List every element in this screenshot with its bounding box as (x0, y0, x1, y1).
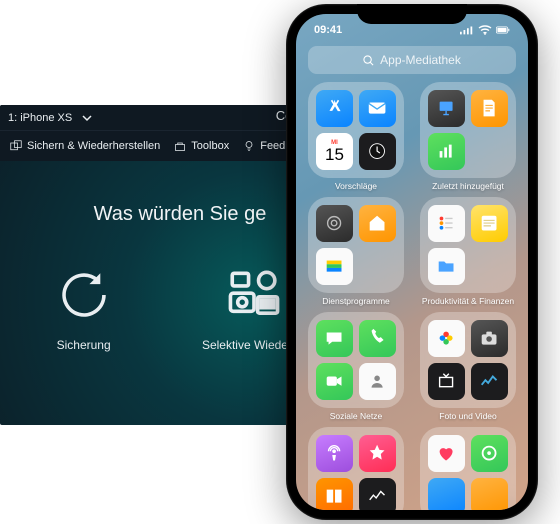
app-wallet-icon[interactable] (316, 248, 353, 285)
app-pages-icon[interactable] (471, 90, 508, 127)
app-minigrid-productivity[interactable] (471, 248, 508, 285)
device-selector[interactable]: 1: iPhone XS (8, 112, 92, 124)
app-minigrid[interactable] (471, 133, 508, 170)
toolbar-toolbox[interactable]: Toolbox (174, 140, 229, 152)
phone-screen: 09:41 App-Mediathek MI 15 (296, 14, 528, 510)
device-selector-label: 1: iPhone XS (8, 112, 72, 124)
action-backup[interactable]: Sicherung (55, 266, 113, 352)
wifi-icon (478, 25, 492, 35)
toolbox-icon (174, 140, 186, 152)
app-mail-icon[interactable] (359, 90, 396, 127)
app-stocks2-icon[interactable] (359, 478, 396, 510)
folder-social[interactable]: Soziale Netze (306, 312, 406, 421)
battery-icon (496, 25, 510, 35)
iphone-mockup: 09:41 App-Mediathek MI 15 (286, 4, 538, 520)
folder-extra[interactable] (418, 427, 518, 510)
app-camera-icon[interactable] (471, 320, 508, 357)
overlap-squares-icon (10, 140, 22, 152)
app-library-search[interactable]: App-Mediathek (308, 46, 516, 74)
app-books-icon[interactable] (316, 478, 353, 510)
app-notes-icon[interactable] (471, 205, 508, 242)
folder-entertainment[interactable] (306, 427, 406, 510)
folder-recent[interactable]: Zuletzt hinzugefügt (418, 82, 518, 191)
app-facetime-icon[interactable] (316, 363, 353, 400)
app-files-icon[interactable] (428, 248, 465, 285)
folder-productivity[interactable]: Produktivität & Finanzen (418, 197, 518, 306)
lightbulb-icon (243, 140, 255, 152)
app-appstore-icon[interactable] (316, 90, 353, 127)
app-phone-icon[interactable] (359, 320, 396, 357)
app-findmy-icon[interactable] (471, 435, 508, 472)
search-placeholder: App-Mediathek (380, 53, 461, 67)
app-keynote-icon[interactable] (428, 90, 465, 127)
app-generic1-icon[interactable] (428, 478, 465, 510)
app-tv-icon[interactable] (428, 363, 465, 400)
app-numbers-icon[interactable] (428, 133, 465, 170)
folder-photo-video[interactable]: Foto und Video (418, 312, 518, 421)
status-icons (460, 25, 510, 35)
app-generic2-icon[interactable] (471, 478, 508, 510)
app-messages-icon[interactable] (316, 320, 353, 357)
search-icon (363, 55, 374, 66)
app-health-icon[interactable] (428, 435, 465, 472)
folder-suggestions[interactable]: MI 15 Vorschläge (306, 82, 406, 191)
status-time: 09:41 (314, 24, 342, 36)
app-photos-icon[interactable] (428, 320, 465, 357)
app-reminders-icon[interactable] (428, 205, 465, 242)
toolbar-backup-restore[interactable]: Sichern & Wiederherstellen (10, 140, 160, 152)
folder-utilities[interactable]: Dienstprogramme (306, 197, 406, 306)
app-podcasts-icon[interactable] (316, 435, 353, 472)
app-stocks-icon[interactable] (471, 363, 508, 400)
app-contacts-icon[interactable] (359, 363, 396, 400)
app-calendar-icon[interactable]: MI 15 (316, 133, 353, 170)
phone-notch (357, 4, 467, 24)
chevron-down-icon (82, 113, 92, 123)
app-home-icon[interactable] (359, 205, 396, 242)
app-clock-icon[interactable] (359, 133, 396, 170)
app-settings-icon[interactable] (316, 205, 353, 242)
app-itunes-icon[interactable] (359, 435, 396, 472)
app-library-grid: MI 15 Vorschläge Zul (296, 82, 528, 510)
selective-restore-icon (225, 266, 283, 324)
app-minigrid-utilities[interactable] (359, 248, 396, 285)
cellular-icon (460, 25, 474, 35)
refresh-icon (55, 266, 113, 324)
